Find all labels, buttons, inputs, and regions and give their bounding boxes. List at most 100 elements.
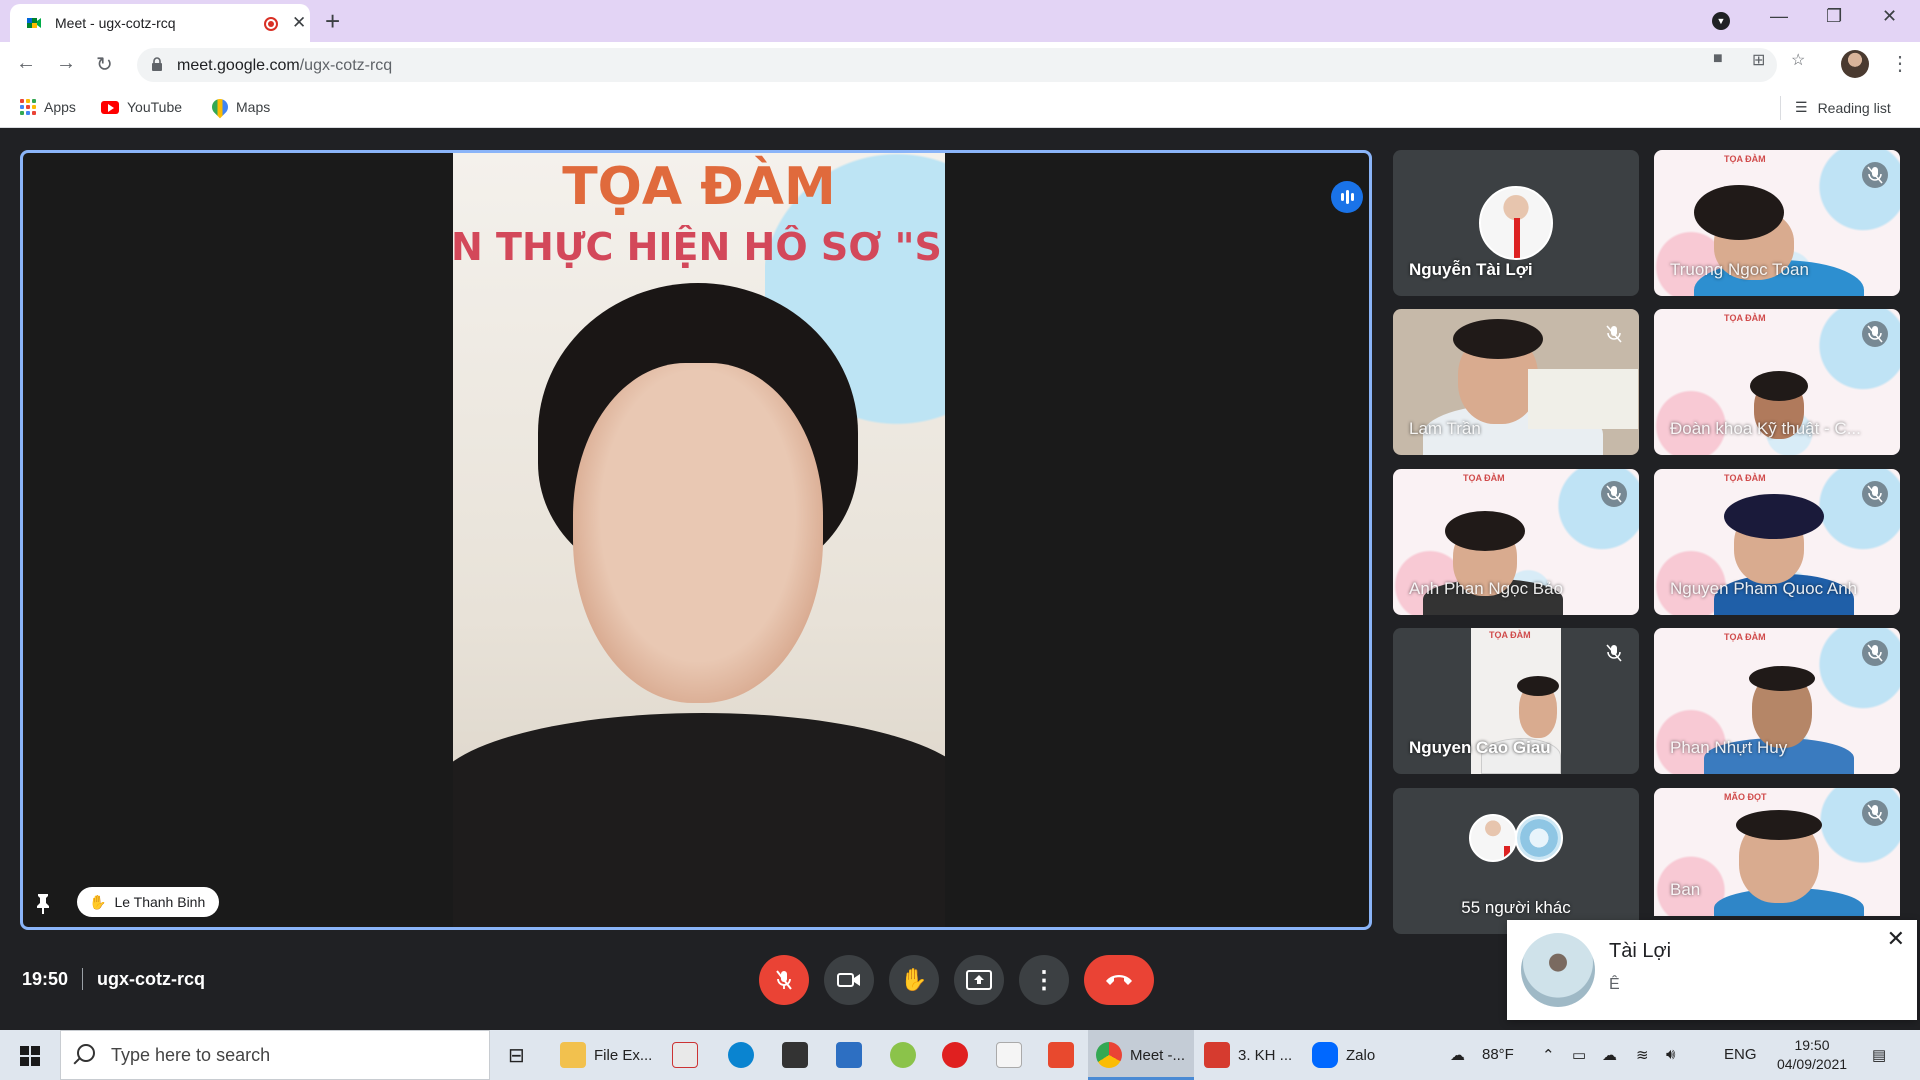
participant-tile[interactable]: TỌA ĐÀM Anh Phan Ngọc Bảo: [1393, 469, 1639, 615]
windows-start-icon[interactable]: [20, 1046, 40, 1066]
banner-thumb: TỌA ĐÀM: [1463, 473, 1505, 483]
participant-avatar: [1469, 814, 1517, 862]
notification-message: Ê: [1609, 976, 1620, 993]
reading-list-label: Reading list: [1817, 99, 1891, 116]
weather-icon[interactable]: ☁: [1450, 1046, 1465, 1064]
participant-name: Anh Phan Ngọc Bảo: [1409, 579, 1564, 598]
chat-notification[interactable]: Tài Lợi Ê ✕: [1507, 920, 1917, 1020]
participant-tile[interactable]: TỌA ĐÀM Phan Nhựt Huy: [1654, 628, 1900, 774]
participant-video-shape: [1445, 511, 1525, 551]
cloud-icon[interactable]: ☁: [1602, 1046, 1617, 1064]
taskbar-app-chrome-meet[interactable]: Meet -...: [1088, 1030, 1194, 1080]
bookmarks-bar: Apps YouTube Maps ☰ Reading list: [0, 88, 1920, 128]
taskbar-app-label: Zalo: [1346, 1046, 1376, 1064]
new-tab-button[interactable]: +: [325, 6, 340, 37]
more-options-button[interactable]: ⋮: [1019, 955, 1069, 1005]
pin-icon[interactable]: [35, 893, 51, 915]
restore-button[interactable]: ❐: [1826, 6, 1842, 27]
bookmark-label: Apps: [44, 99, 76, 115]
taskbar-pinned-app[interactable]: [996, 1040, 1022, 1070]
volume-icon[interactable]: 🔊︎: [1666, 1046, 1675, 1063]
taskbar-app-file-explorer[interactable]: File Ex...: [560, 1040, 652, 1070]
tab-close-icon[interactable]: ✕: [292, 13, 306, 33]
youtube-icon: [101, 100, 119, 114]
address-bar[interactable]: meet.google.com/ugx-cotz-rcq: [137, 48, 1777, 82]
participant-name: Lam Trần: [1409, 419, 1481, 438]
camera-icon[interactable]: ■: [1713, 50, 1723, 68]
participant-name: Nguyễn Tài Lợi: [1409, 260, 1533, 279]
bookmark-star-icon[interactable]: ☆: [1791, 50, 1805, 70]
participant-video-shape: [1736, 810, 1822, 840]
bookmark-apps[interactable]: Apps: [20, 99, 76, 115]
bookmark-maps[interactable]: Maps: [208, 95, 270, 119]
participant-video-shape: [1724, 494, 1824, 539]
taskbar-pinned-app[interactable]: [728, 1040, 754, 1070]
taskbar-search-input[interactable]: Type here to search: [60, 1030, 490, 1080]
raise-hand-button[interactable]: ✋: [889, 955, 939, 1005]
participant-video-shape: [1750, 371, 1808, 401]
minimize-button[interactable]: —: [1770, 6, 1788, 27]
tab-search-icon[interactable]: ▼: [1712, 12, 1730, 30]
raise-hand-icon: ✋: [900, 967, 928, 992]
taskbar-app-zalo[interactable]: Zalo: [1306, 1030, 1406, 1080]
participant-tile[interactable]: MÃO ĐỌT Ban: [1654, 788, 1900, 916]
back-arrow-icon[interactable]: ←: [16, 52, 36, 75]
microphone-toggle-button[interactable]: [759, 955, 809, 1005]
clock-time: 19:50: [1794, 1037, 1830, 1053]
close-icon[interactable]: ✕: [1887, 926, 1905, 952]
translate-icon[interactable]: ⊞: [1752, 50, 1765, 70]
tab-title: Meet - ugx-cotz-rcq: [55, 15, 176, 31]
main-speaker-tile[interactable]: TỌA ĐÀM N THỰC HIỆN HỒ SƠ "SINH V ✋ Le T…: [20, 150, 1372, 930]
camera-toggle-button[interactable]: [824, 955, 874, 1005]
battery-icon[interactable]: ▭: [1572, 1046, 1586, 1064]
taskbar-pinned-app[interactable]: [836, 1040, 862, 1070]
taskbar-app-label: Meet -...: [1130, 1046, 1186, 1064]
browser-menu-icon[interactable]: ⋮: [1890, 51, 1910, 76]
wifi-icon[interactable]: ≋: [1636, 1046, 1649, 1064]
participant-tile[interactable]: Lam Trần: [1393, 309, 1639, 455]
taskbar-app-document[interactable]: 3. KH ...: [1198, 1030, 1298, 1080]
mic-off-icon: [1601, 481, 1627, 507]
taskbar-pinned-app[interactable]: [942, 1040, 968, 1070]
taskbar-pinned-app[interactable]: [890, 1040, 916, 1070]
participant-tile[interactable]: TỌA ĐÀM Nguyen Cao Giau: [1393, 628, 1639, 774]
taskbar-pinned-app[interactable]: [672, 1040, 698, 1070]
forward-arrow-icon[interactable]: →: [56, 52, 76, 75]
opera-icon: [942, 1042, 968, 1068]
participant-name: Đoàn khoa Kỹ thuật - C...: [1670, 419, 1861, 438]
document-app-icon: [1204, 1042, 1230, 1068]
taskbar-pinned-app[interactable]: [782, 1040, 808, 1070]
participant-tile[interactable]: TỌA ĐÀM Đoàn khoa Kỹ thuật - C...: [1654, 309, 1900, 455]
task-view-icon[interactable]: ⊟: [508, 1040, 525, 1070]
browser-tab-meet[interactable]: Meet - ugx-cotz-rcq ✕: [10, 4, 310, 42]
language-indicator[interactable]: ENG: [1724, 1046, 1757, 1063]
mic-off-icon: [1862, 162, 1888, 188]
bookmark-label: YouTube: [127, 99, 183, 115]
store-icon: [782, 1042, 808, 1068]
more-participants-tile[interactable]: 55 người khác: [1393, 788, 1639, 934]
box-in-background: [1528, 369, 1638, 429]
url-text: meet.google.com/ugx-cotz-rcq: [177, 57, 392, 75]
participant-tile[interactable]: TỌA ĐÀM Nguyen Pham Quoc Anh: [1654, 469, 1900, 615]
leave-call-button[interactable]: [1084, 955, 1154, 1005]
notifications-icon[interactable]: ▤: [1872, 1046, 1886, 1064]
profile-avatar[interactable]: [1841, 50, 1869, 78]
window-close-button[interactable]: ✕: [1882, 6, 1897, 27]
chevron-up-icon[interactable]: ⌃: [1542, 1046, 1555, 1064]
more-vert-icon: ⋮: [1032, 966, 1056, 994]
sender-avatar: [1521, 933, 1595, 1007]
reading-list-button[interactable]: ☰ Reading list: [1795, 99, 1891, 116]
reload-icon[interactable]: ↻: [96, 52, 113, 77]
mic-off-icon: [1601, 321, 1627, 347]
weather-temperature[interactable]: 88°F: [1482, 1046, 1514, 1063]
participant-name: Phan Nhựt Huy: [1670, 738, 1788, 757]
taskbar-pinned-app[interactable]: [1048, 1040, 1074, 1070]
present-screen-button[interactable]: [954, 955, 1004, 1005]
participant-tile[interactable]: TỌA ĐÀM Truong Ngoc Toan: [1654, 150, 1900, 296]
banner-thumb: TỌA ĐÀM: [1724, 632, 1766, 642]
participant-avatar: [1515, 814, 1563, 862]
participant-tile[interactable]: Nguyễn Tài Lợi: [1393, 150, 1639, 296]
system-clock[interactable]: 19:50 04/09/2021: [1762, 1036, 1862, 1074]
bookmark-youtube[interactable]: YouTube: [101, 99, 182, 115]
more-participants-label: 55 người khác: [1461, 898, 1571, 917]
